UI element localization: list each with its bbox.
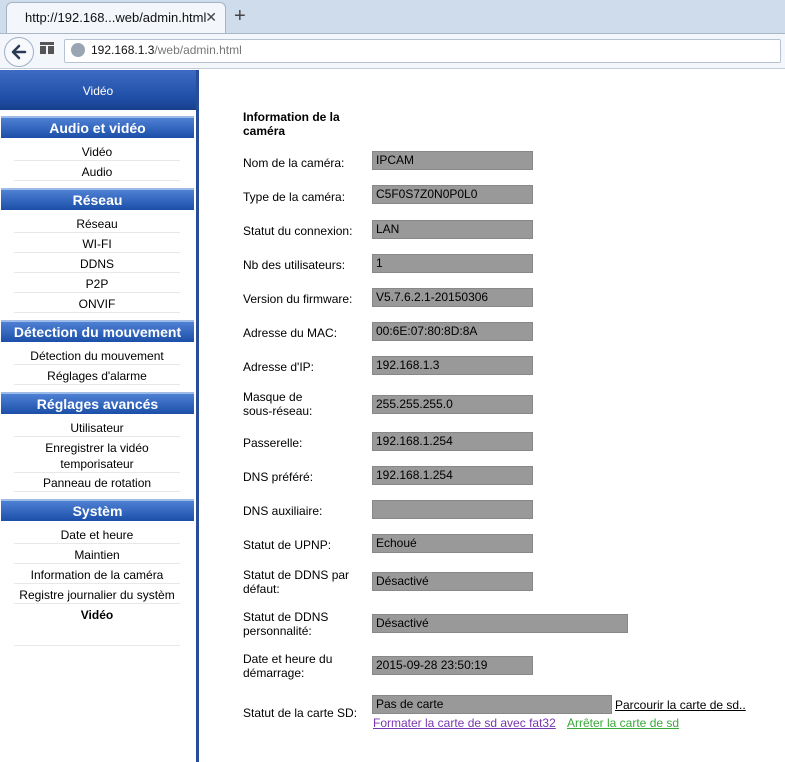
url-text: 192.168.1.3/web/admin.html — [91, 43, 242, 57]
section-audio-video: Audio et vidéo — [1, 116, 194, 138]
format-sd-card-link[interactable]: Formater la carte de sd avec fat32 — [373, 716, 556, 730]
browser-tab-bar: http://192.168...web/admin.html ✕ + — [0, 0, 785, 34]
value-sd-card-status: Pas de carte — [372, 695, 612, 714]
back-button[interactable] — [4, 37, 34, 67]
sidebar-item-maintenance[interactable]: Maintien — [14, 547, 180, 564]
value-preferred-dns: 192.168.1.254 — [372, 466, 533, 485]
sidebar-item-user[interactable]: Utilisateur — [14, 420, 180, 437]
section-motion-detection: Détection du mouvement — [1, 320, 194, 342]
sidebar-item-audio[interactable]: Audio — [14, 164, 180, 181]
value-connection-status: LAN — [372, 220, 533, 239]
label-user-count: Nb des utilisateurs: — [243, 258, 346, 272]
new-tab-icon[interactable]: + — [234, 5, 246, 28]
sidebar-item-p2p[interactable]: P2P — [14, 276, 180, 293]
label-subnet-mask: Masque de sous-réseau: — [243, 390, 313, 418]
value-boot-date-time: 2015-09-28 23:50:19 — [372, 656, 533, 675]
value-default-ddns-status: Désactivé — [372, 572, 533, 591]
sidebar-item-video-active[interactable]: Vidéo — [14, 607, 180, 623]
sidebar-item-record-timer[interactable]: Enregistrer la vidéo temporisateur — [14, 440, 180, 473]
sidebar-item-rotation-panel[interactable]: Panneau de rotation — [14, 475, 180, 492]
label-connection-status: Statut du connexion: — [243, 224, 353, 238]
value-gateway: 192.168.1.254 — [372, 432, 533, 451]
sidebar-item-camera-info[interactable]: Information de la caméra — [14, 567, 180, 584]
sidebar-menu: Vidéo Audio et vidéo Vidéo Audio Réseau … — [0, 70, 196, 762]
browser-tab[interactable]: http://192.168...web/admin.html ✕ — [6, 2, 226, 33]
sidebar-item-video[interactable]: Vidéo — [14, 144, 180, 161]
label-ip-address: Adresse d'IP: — [243, 360, 314, 374]
sidebar-item-alarm-settings[interactable]: Réglages d'alarme — [14, 368, 180, 385]
label-camera-name: Nom de la caméra: — [243, 156, 345, 170]
sidebar-item-motion-detection[interactable]: Détection du mouvement — [14, 348, 180, 365]
value-upnp-status: Echoué — [372, 534, 533, 553]
value-auxiliary-dns — [372, 500, 533, 519]
sidebar-item-date-time[interactable]: Date et heure — [14, 527, 180, 544]
value-user-count: 1 — [372, 254, 533, 273]
label-default-ddns-status: Statut de DDNS par défaut: — [243, 568, 350, 596]
label-sd-card-status: Statut de la carte SD: — [243, 706, 358, 720]
label-firmware-version: Version du firmware: — [243, 292, 353, 306]
value-ip-address: 192.168.1.3 — [372, 356, 533, 375]
label-preferred-dns: DNS préféré: — [243, 470, 314, 484]
label-mac-address: Adresse du MAC: — [243, 326, 338, 340]
back-arrow-icon — [11, 44, 27, 60]
section-advanced-settings: Réglages avancés — [1, 392, 194, 414]
camera-info-panel: Information de la caméra Nom de la camér… — [199, 70, 785, 762]
label-upnp-status: Statut de UPNP: — [243, 538, 332, 552]
label-boot-date-time: Date et heure du démarrage: — [243, 652, 333, 680]
globe-icon — [71, 43, 85, 57]
label-auxiliary-dns: DNS auxiliaire: — [243, 504, 323, 518]
sidebar-banner: Vidéo — [0, 70, 196, 110]
browse-sd-card-link[interactable]: Parcourir la carte de sd.. — [615, 698, 746, 712]
sidebar-divider — [14, 645, 180, 646]
value-camera-type: C5F0S7Z0N0P0L0 — [372, 185, 533, 204]
tab-title: http://192.168...web/admin.html — [25, 10, 207, 25]
browser-nav-bar: 192.168.1.3/web/admin.html — [0, 34, 785, 69]
close-tab-icon[interactable]: ✕ — [205, 9, 217, 26]
label-gateway: Passerelle: — [243, 436, 303, 450]
value-mac-address: 00:6E:07:80:8D:8A — [372, 322, 533, 341]
label-camera-type: Type de la caméra: — [243, 190, 346, 204]
sidebar-item-wifi[interactable]: WI-FI — [14, 236, 180, 253]
value-custom-ddns-status: Désactivé — [372, 614, 628, 633]
stop-sd-card-link[interactable]: Arrêter la carte de sd — [567, 716, 679, 730]
sidebar-item-system-log[interactable]: Registre journalier du systèm — [14, 587, 180, 604]
value-subnet-mask: 255.255.255.0 — [372, 395, 533, 414]
bookmarks-icon[interactable] — [40, 42, 54, 54]
sidebar-item-ddns[interactable]: DDNS — [14, 256, 180, 273]
sidebar-item-onvif[interactable]: ONVIF — [14, 296, 180, 313]
label-custom-ddns-status: Statut de DDNS personnalité: — [243, 610, 329, 638]
section-network: Réseau — [1, 188, 194, 210]
section-system: Systèm — [1, 499, 194, 521]
value-firmware-version: V5.7.6.2.1-20150306 — [372, 288, 533, 307]
page-title: Information de la caméra — [243, 110, 340, 138]
value-camera-name: IPCAM — [372, 151, 533, 170]
sidebar-item-network[interactable]: Réseau — [14, 216, 180, 233]
address-bar[interactable]: 192.168.1.3/web/admin.html — [64, 39, 781, 63]
